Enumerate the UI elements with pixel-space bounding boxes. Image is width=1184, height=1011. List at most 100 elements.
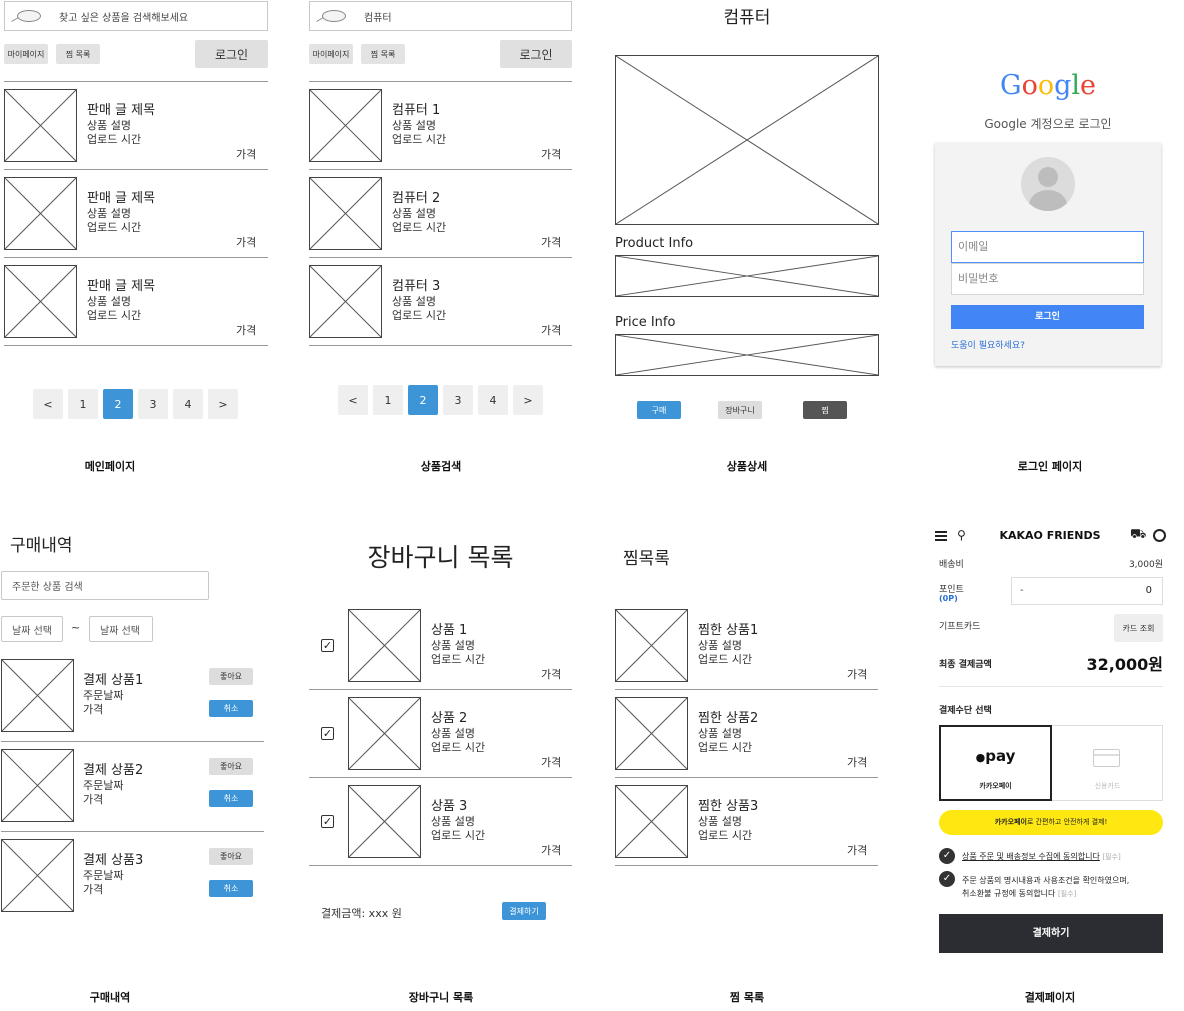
google-logo: Google bbox=[935, 70, 1161, 101]
prev-page-button[interactable]: < bbox=[338, 385, 368, 415]
row-divider bbox=[615, 777, 878, 778]
menu-icon[interactable] bbox=[935, 531, 947, 541]
wishlist-button[interactable]: 찜 목록 bbox=[56, 44, 100, 64]
points-input[interactable]: - 0 bbox=[1011, 577, 1163, 605]
row-divider bbox=[4, 345, 268, 346]
giftcard-label: 기프트카드 bbox=[939, 622, 981, 632]
agree2-check-icon[interactable]: ✓ bbox=[939, 871, 955, 887]
like-button[interactable]: 좋아요 bbox=[209, 848, 253, 865]
wishlist-button[interactable]: 찜 목록 bbox=[361, 44, 405, 64]
agree1-text: 상품 주문 및 배송정보 수집에 동의합니다 [필수] bbox=[962, 852, 1121, 861]
cart-pay-button[interactable]: 결제하기 bbox=[502, 902, 546, 920]
item-time: 업로드 시간 bbox=[392, 133, 447, 146]
order-price: 가격 bbox=[83, 793, 104, 806]
item-title: 상품 3 bbox=[431, 799, 468, 814]
order-date: 주문날짜 bbox=[83, 779, 124, 792]
page-button[interactable]: 2 bbox=[103, 389, 133, 419]
page-button[interactable]: 3 bbox=[443, 385, 473, 415]
page-button[interactable]: 3 bbox=[138, 389, 168, 419]
help-link[interactable]: 도움이 필요하세요? bbox=[951, 338, 1025, 351]
item-title: 상품 2 bbox=[431, 711, 468, 726]
cart-icon[interactable]: ⛟ bbox=[1130, 527, 1146, 544]
caption-wishlist: 찜 목록 bbox=[729, 991, 765, 1004]
search-icon bbox=[322, 10, 346, 22]
image-placeholder bbox=[615, 697, 688, 770]
points-value: 0 bbox=[1145, 585, 1152, 596]
item-time: 업로드 시간 bbox=[87, 133, 142, 146]
method-label: 결제수단 선택 bbox=[939, 706, 992, 716]
login-button[interactable]: 로그인 bbox=[195, 40, 268, 68]
buy-button[interactable]: 구매 bbox=[637, 401, 681, 419]
page-button[interactable]: 4 bbox=[478, 385, 508, 415]
logo-letter: l bbox=[1071, 70, 1081, 101]
search-input[interactable]: 찾고 싶은 상품을 검색해보세요 bbox=[4, 1, 268, 31]
google-login-button[interactable]: 로그인 bbox=[951, 305, 1144, 329]
image-placeholder bbox=[615, 609, 688, 682]
item-desc: 상품 설명 bbox=[698, 815, 742, 828]
like-button[interactable]: 좋아요 bbox=[209, 758, 253, 775]
mypage-button[interactable]: 마이페이지 bbox=[309, 44, 353, 64]
item-title: 찜한 상품2 bbox=[698, 711, 759, 726]
cancel-button[interactable]: 취소 bbox=[209, 790, 253, 807]
search-icon bbox=[17, 10, 41, 22]
points-dash: - bbox=[1020, 585, 1024, 596]
page-button[interactable]: 1 bbox=[68, 389, 98, 419]
giftcard-button[interactable]: 카드 조회 bbox=[1114, 614, 1163, 642]
row-divider bbox=[309, 777, 572, 778]
row-divider bbox=[4, 257, 268, 258]
agree1-check-icon[interactable]: ✓ bbox=[939, 848, 955, 864]
search-placeholder: 찾고 싶은 상품을 검색해보세요 bbox=[59, 12, 189, 24]
page-button[interactable]: 4 bbox=[173, 389, 203, 419]
date-from-select[interactable]: 날짜 선택 bbox=[1, 616, 63, 642]
cart-button[interactable]: 장바구니 bbox=[718, 401, 762, 419]
item-desc: 상품 설명 bbox=[698, 727, 742, 740]
row-divider bbox=[4, 169, 268, 170]
item-price: 가격 bbox=[236, 148, 257, 161]
item-checkbox[interactable]: ✓ bbox=[321, 727, 334, 740]
item-desc: 상품 설명 bbox=[392, 295, 436, 308]
image-placeholder bbox=[309, 265, 382, 338]
like-button[interactable]: 좋아요 bbox=[209, 668, 253, 685]
brand-title: KAKAO FRIENDS bbox=[999, 529, 1101, 542]
card-option[interactable]: 신용카드 bbox=[1052, 725, 1163, 801]
next-page-button[interactable]: > bbox=[208, 389, 238, 419]
divider bbox=[309, 81, 572, 82]
date-to-select[interactable]: 날짜 선택 bbox=[89, 616, 153, 642]
item-checkbox[interactable]: ✓ bbox=[321, 815, 334, 828]
kakaopay-option[interactable]: ●pay 카카오페이 bbox=[939, 725, 1052, 801]
caption-search: 상품검색 bbox=[420, 460, 462, 473]
item-price: 가격 bbox=[847, 844, 868, 857]
item-price: 가격 bbox=[541, 236, 562, 249]
order-search-input[interactable]: 주문한 상품 검색 bbox=[1, 571, 209, 600]
password-field[interactable]: 비밀번호 bbox=[951, 263, 1144, 295]
item-desc: 상품 설명 bbox=[87, 207, 131, 220]
item-desc: 상품 설명 bbox=[698, 639, 742, 652]
row-divider bbox=[1, 741, 264, 742]
page-button[interactable]: 2 bbox=[408, 385, 438, 415]
image-placeholder bbox=[348, 785, 421, 858]
mypage-button[interactable]: 마이페이지 bbox=[4, 44, 48, 64]
avatar bbox=[1021, 157, 1075, 211]
page-button[interactable]: 1 bbox=[373, 385, 403, 415]
item-desc: 상품 설명 bbox=[87, 295, 131, 308]
row-divider bbox=[1, 831, 264, 832]
prev-page-button[interactable]: < bbox=[33, 389, 63, 419]
logo-letter: o bbox=[1037, 70, 1055, 101]
checkout-pay-button[interactable]: 결제하기 bbox=[939, 914, 1163, 953]
final-label: 최종 결제금액 bbox=[939, 660, 992, 670]
kakaopay-logo: ●pay bbox=[975, 747, 1016, 765]
search-icon[interactable]: ⚲ bbox=[957, 528, 966, 542]
wish-button[interactable]: 찜 bbox=[803, 401, 847, 419]
login-button[interactable]: 로그인 bbox=[500, 40, 572, 68]
cancel-button[interactable]: 취소 bbox=[209, 700, 253, 717]
cancel-button[interactable]: 취소 bbox=[209, 880, 253, 897]
login-subtitle: Google 계정으로 로그인 bbox=[984, 117, 1112, 131]
item-desc: 상품 설명 bbox=[431, 727, 475, 740]
item-checkbox[interactable]: ✓ bbox=[321, 639, 334, 652]
product-image bbox=[615, 55, 879, 225]
globe-icon[interactable] bbox=[1153, 529, 1166, 542]
email-field[interactable]: 이메일 bbox=[951, 231, 1144, 263]
next-page-button[interactable]: > bbox=[513, 385, 543, 415]
search-input[interactable]: 컴퓨터 bbox=[309, 1, 572, 31]
item-time: 업로드 시간 bbox=[392, 309, 447, 322]
